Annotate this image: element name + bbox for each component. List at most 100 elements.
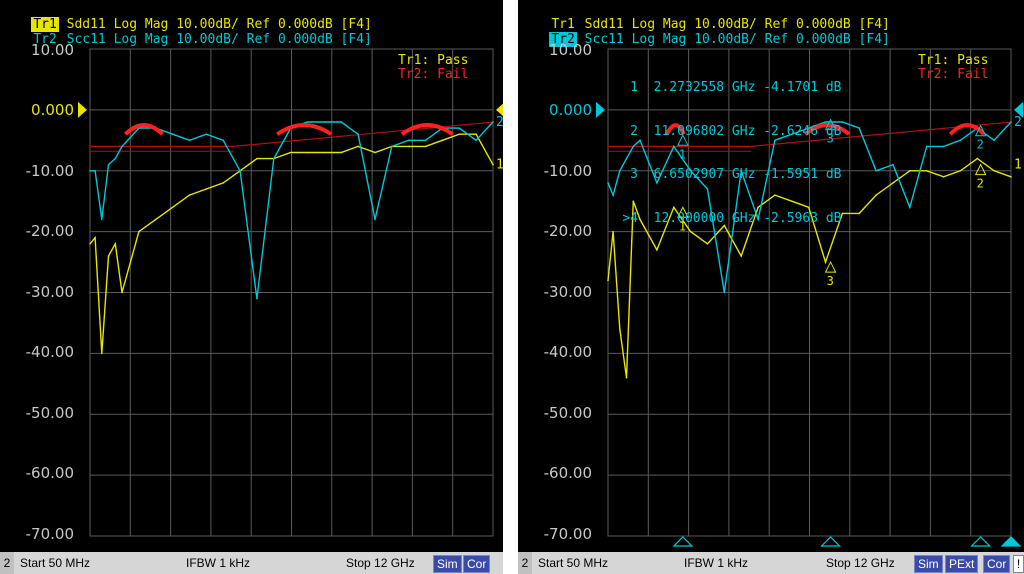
pext-badge[interactable]: PExt [945, 555, 979, 573]
trace2-end-label: 2 [496, 115, 503, 130]
tr2-point [114, 157, 117, 160]
tr1-point [607, 279, 609, 282]
tr1-point [205, 188, 208, 190]
trace2-end-label: 2 [1014, 115, 1022, 130]
tr1-point [858, 212, 861, 215]
tr2-point [94, 169, 96, 172]
ifbw[interactable]: IFBW 1 kHz [684, 556, 748, 570]
tr2-point [391, 145, 393, 148]
tr2-limit-legend: Tr2: Fail [398, 67, 469, 82]
marker-freq: 2.2732558 GHz [653, 80, 756, 95]
ifbw[interactable]: IFBW 1 kHz [186, 556, 250, 570]
tr2-point [256, 297, 258, 300]
tr2-point [357, 133, 359, 136]
tr2-point [993, 139, 995, 142]
marker-row-4[interactable]: >4 12.000000 GHz -2.5963 dB [614, 210, 841, 227]
marker-freq: 12.000000 GHz [653, 210, 756, 226]
marker-symbol [824, 260, 837, 273]
tr1-point [256, 157, 258, 160]
tr2-point [239, 169, 241, 172]
tr2-point [942, 145, 945, 148]
tr1-point [441, 139, 444, 142]
tr2-point [272, 157, 275, 160]
tr2-point [323, 121, 326, 123]
tr2-point [107, 163, 110, 166]
stop-freq[interactable]: Stop 12 GHz [346, 556, 415, 570]
start-freq[interactable]: Start 50 MHz [20, 556, 90, 570]
tr1-point [458, 133, 461, 136]
tr2-point [171, 133, 174, 136]
marker-row-2[interactable]: 2 11.096802 GHz -2.6246 dB [614, 123, 842, 140]
tr1-point [909, 169, 911, 172]
tr1-point [892, 182, 894, 184]
tr1-limit-legend: Tr1: Pass [398, 53, 469, 68]
tr1-point [222, 182, 225, 184]
marker-number: 3 [827, 274, 834, 288]
sim-badge[interactable]: Sim [914, 555, 943, 573]
tr2-point [475, 139, 477, 142]
marker-symbol [974, 163, 987, 176]
tr1-point [959, 169, 962, 172]
tr1-point [101, 352, 103, 355]
tr1-point [824, 261, 827, 263]
tr2-point [340, 121, 343, 123]
trace1-end-label: 1 [1014, 158, 1022, 173]
tr1-point [306, 151, 309, 154]
marker-value: -4.1701 dB [763, 80, 842, 95]
tr2-point [723, 291, 726, 294]
tr2-point [407, 139, 410, 142]
tr2-point [858, 127, 861, 129]
graticule-left[interactable]: 21 [0, 0, 503, 552]
tr1-point [323, 151, 326, 154]
tr1-limit-legend: Tr1: Pass [918, 53, 989, 68]
warning-indicator[interactable]: ! [1013, 555, 1024, 573]
tr2-point [1010, 121, 1012, 123]
tr1-point [942, 176, 945, 178]
cor-badge[interactable]: Cor [463, 555, 491, 573]
trace1-end-label: 1 [496, 158, 503, 173]
tr1-point [94, 236, 96, 239]
marker-value: -2.6246 dB [763, 123, 842, 139]
tr1-point [289, 151, 292, 154]
fail-segment [124, 123, 164, 136]
marker-row-1[interactable]: 1 2.2732558 GHz -4.1701 dB [614, 80, 842, 96]
marker-id: 1 [630, 80, 638, 95]
tr2-point [909, 206, 911, 209]
marker-axis-triangle [970, 536, 992, 547]
tr2-point [875, 169, 877, 172]
tr2-point [101, 218, 103, 221]
tr1-point [138, 230, 140, 233]
tr1-point [875, 194, 877, 196]
tr2-point [492, 121, 494, 123]
marker-id: 3 [630, 167, 638, 182]
tr1-point [121, 291, 123, 294]
tr2-point [424, 139, 427, 142]
channel-indicator: 2 [518, 552, 532, 574]
ref-arrow-left [78, 101, 87, 118]
sim-badge[interactable]: Sim [433, 555, 462, 573]
start-freq[interactable]: Start 50 MHz [538, 556, 608, 570]
marker-number: 2 [977, 138, 984, 152]
stop-freq[interactable]: Stop 12 GHz [826, 556, 895, 570]
marker-freq: 6.6502907 GHz [653, 167, 756, 182]
status-bar-right: 2 Start 50 MHz IFBW 1 kHz Stop 12 GHz Si… [518, 552, 1024, 574]
tr1-point [357, 145, 359, 148]
tr1-point [374, 151, 376, 154]
marker-axis-triangle [1000, 536, 1022, 547]
tr2-point [222, 139, 225, 142]
left-trace-panel: Tr1 Sdd11 Log Mag 10.00dB/ Ref 0.000dB [… [0, 0, 503, 574]
marker-freq: 11.096802 GHz [653, 123, 756, 139]
marker-table: 1 2.2732558 GHz -4.1701 dB 2 11.096802 G… [614, 52, 842, 255]
tr2-point [925, 145, 928, 148]
tr2-point [607, 182, 609, 184]
marker-axis-triangle [672, 536, 694, 547]
tr1-point [154, 218, 157, 221]
tr1-point [619, 328, 621, 330]
tr1-point [407, 145, 410, 148]
tr2-point [205, 133, 208, 136]
ref-arrow-left [596, 101, 605, 118]
tr1-point [492, 163, 494, 166]
marker-axis-triangle [820, 536, 842, 547]
cor-badge[interactable]: Cor [983, 555, 1011, 573]
marker-row-3[interactable]: 3 6.6502907 GHz -1.5951 dB [614, 167, 841, 183]
